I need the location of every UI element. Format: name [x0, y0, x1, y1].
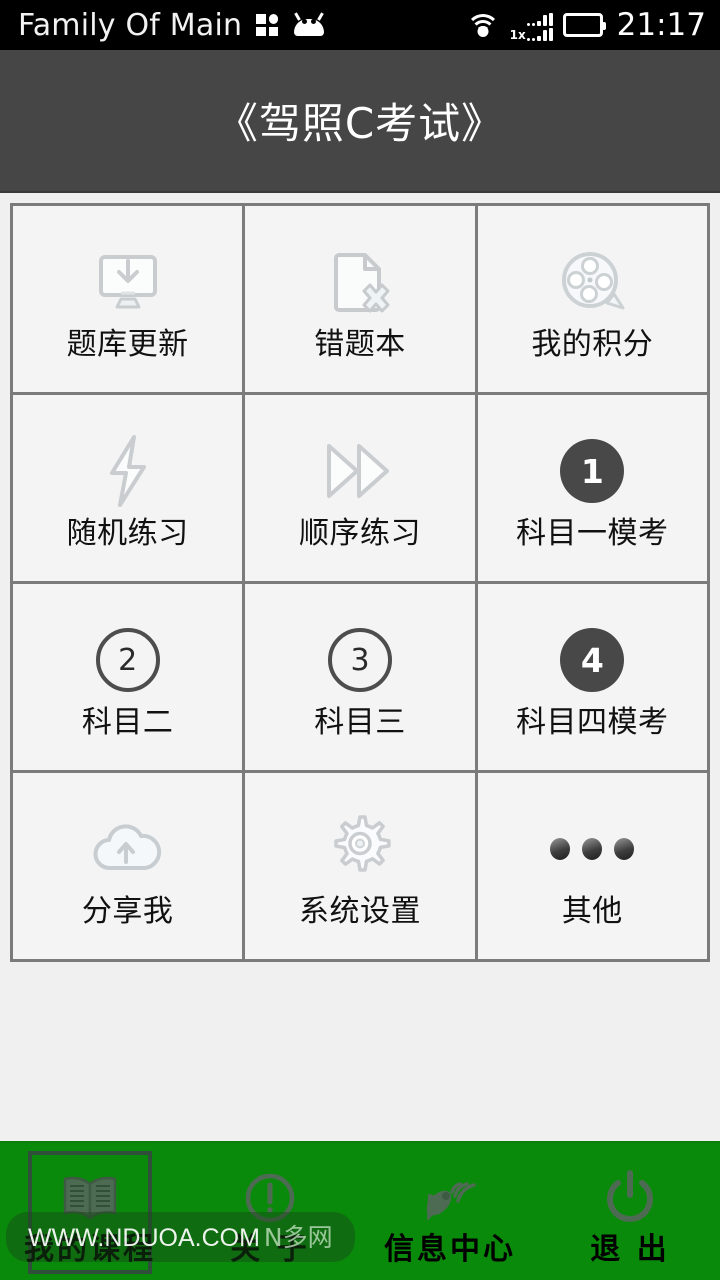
- dots-group: [550, 838, 635, 860]
- phone-screen: Family Of Main 1x 21:17 《驾照C考试》 题库更新 错题本…: [0, 0, 720, 1280]
- number-badge-filled-icon: 4: [560, 616, 625, 704]
- badge-number: 4: [560, 628, 625, 692]
- bottom-navigation-bar: 我的课程 关 于 信息中心 退 出 WWW.NDUOA.COM N多网: [0, 1141, 720, 1280]
- grid-item-share[interactable]: 分享我: [13, 773, 243, 959]
- wifi-icon: [465, 12, 500, 38]
- number-badge-filled-icon: 1: [560, 427, 625, 515]
- nav-item-label: 退 出: [590, 1231, 670, 1267]
- badge-number: 3: [327, 628, 392, 692]
- three-dots-icon: [550, 805, 635, 893]
- grid-item-wrong-answers[interactable]: 错题本: [245, 206, 475, 392]
- badge-number: 2: [95, 628, 160, 692]
- document-error-icon: [327, 238, 393, 326]
- app-header: 《驾照C考试》: [0, 50, 720, 193]
- grid-item-label: 科目二: [81, 705, 174, 740]
- page-title: 《驾照C考试》: [215, 99, 505, 148]
- battery-icon: [562, 13, 606, 37]
- grid-item-subject-four-mock[interactable]: 4 科目四模考: [477, 584, 707, 770]
- grid-item-subject-two[interactable]: 2 科目二: [13, 584, 243, 770]
- status-bar-clock: 21:17: [616, 7, 706, 43]
- gear-icon: [324, 805, 396, 893]
- cellular-signal-icon: 1x: [510, 9, 553, 41]
- watermark-url: WWW.NDUOA.COM: [28, 1224, 260, 1252]
- power-icon: [602, 1165, 658, 1231]
- grid-item-label: 随机练习: [66, 516, 189, 551]
- nav-item-message-center[interactable]: 信息中心: [360, 1143, 540, 1280]
- nav-item-exit[interactable]: 退 出: [540, 1143, 720, 1280]
- grid-item-label: 错题本: [314, 327, 406, 362]
- fast-forward-icon: [321, 427, 399, 515]
- grid-item-question-bank-update[interactable]: 题库更新: [13, 206, 243, 392]
- grid-item-label: 科目四模考: [516, 705, 669, 740]
- status-bar-title: Family Of Main: [18, 7, 243, 43]
- watermark-site: N多网: [263, 1223, 333, 1252]
- number-badge-outline-icon: 2: [95, 616, 160, 704]
- grid-item-label: 我的积分: [531, 327, 654, 362]
- menu-grid: 题库更新 错题本 我的积分 随机练习 顺序练习 1 科目一模考 2 科目二 3 …: [10, 203, 710, 962]
- status-bar: Family Of Main 1x 21:17: [0, 0, 720, 50]
- android-robot-icon: [294, 12, 325, 36]
- badge-number: 1: [560, 439, 625, 503]
- grid-item-sequential-practice[interactable]: 顺序练习: [245, 395, 475, 581]
- grid-item-my-points[interactable]: 我的积分: [477, 206, 707, 392]
- grid-item-label: 分享我: [81, 894, 174, 929]
- network-type-label: 1x: [509, 28, 526, 42]
- grid-item-subject-three[interactable]: 3 科目三: [245, 584, 475, 770]
- status-bar-left-icons: [256, 12, 325, 36]
- grid-item-label: 题库更新: [66, 327, 189, 362]
- grid-item-subject-one-mock[interactable]: 1 科目一模考: [477, 395, 707, 581]
- main-content: 题库更新 错题本 我的积分 随机练习 顺序练习 1 科目一模考 2 科目二 3 …: [0, 193, 720, 1141]
- grid-item-other[interactable]: 其他: [477, 773, 707, 959]
- grid-item-label: 其他: [561, 894, 623, 929]
- grid-item-random-practice[interactable]: 随机练习: [13, 395, 243, 581]
- signal-row-upper: [526, 13, 553, 26]
- nav-item-label: 信息中心: [384, 1231, 516, 1267]
- status-bar-right-icons: 1x 21:17: [465, 7, 706, 43]
- grid-item-label: 系统设置: [298, 894, 421, 929]
- number-badge-outline-icon: 3: [327, 616, 392, 704]
- lightning-bolt-icon: [102, 427, 154, 515]
- grid-item-label: 科目三: [314, 705, 406, 740]
- grid-item-system-settings[interactable]: 系统设置: [245, 773, 475, 959]
- monitor-download-icon: [91, 238, 165, 326]
- signal-row-lower: [526, 28, 553, 41]
- grid-item-label: 科目一模考: [516, 516, 669, 551]
- quad-square-icon: [256, 14, 279, 36]
- satellite-dish-icon: [419, 1165, 481, 1231]
- grid-item-label: 顺序练习: [298, 516, 421, 551]
- cloud-upload-icon: [88, 805, 168, 893]
- film-reel-icon: [556, 238, 628, 326]
- site-watermark: WWW.NDUOA.COM N多网: [6, 1212, 355, 1262]
